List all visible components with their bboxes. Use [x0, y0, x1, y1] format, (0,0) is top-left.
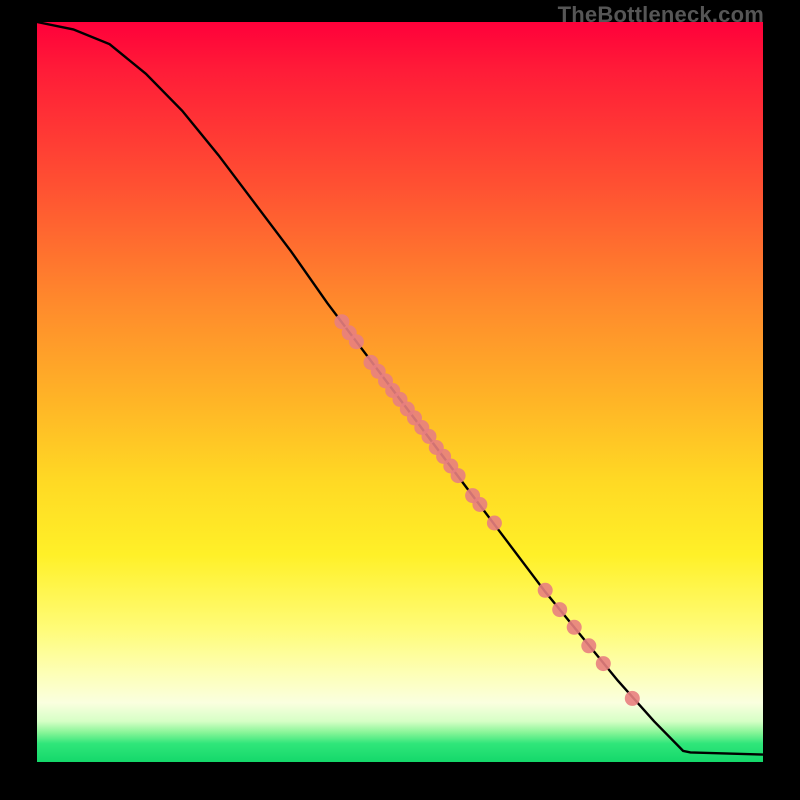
data-point	[349, 334, 364, 349]
data-point	[596, 656, 611, 671]
trend-curve	[37, 22, 763, 755]
data-point	[538, 583, 553, 598]
data-points	[334, 314, 639, 706]
data-point	[487, 516, 502, 531]
chart-overlay	[37, 22, 763, 762]
chart-stage: TheBottleneck.com	[0, 0, 800, 800]
data-point	[567, 620, 582, 635]
data-point	[472, 497, 487, 512]
data-point	[581, 638, 596, 653]
data-point	[451, 468, 466, 483]
data-point	[625, 691, 640, 706]
data-point	[552, 602, 567, 617]
watermark-text: TheBottleneck.com	[558, 2, 764, 28]
